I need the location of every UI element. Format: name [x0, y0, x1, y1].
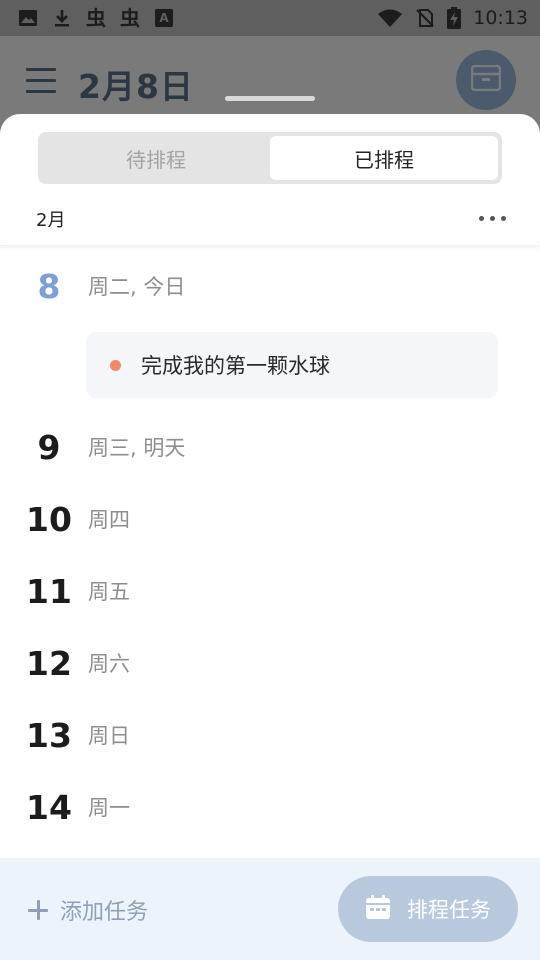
day-row[interactable]: 9 周三, 明天 — [0, 426, 540, 470]
day-row[interactable]: 13 周日 — [0, 714, 540, 758]
download-icon — [52, 8, 72, 28]
inbox-button[interactable] — [456, 50, 516, 110]
status-time: 10:13 — [473, 7, 528, 29]
day-number: 9 — [37, 428, 61, 467]
day-label: 周六 — [88, 652, 130, 676]
battery-charging-icon — [447, 7, 462, 29]
plus-icon — [26, 898, 50, 922]
day-label: 周一 — [88, 796, 130, 820]
month-header: 2月 — [0, 192, 540, 246]
day-label: 周三, 明天 — [88, 436, 186, 460]
schedule-sheet: 待排程 已排程 2月 8 周二, 今日 完成我的第一颗水球 9 周三, 明天 1… — [0, 114, 540, 960]
add-task-button[interactable]: 添加任务 — [26, 894, 148, 926]
calendar-icon — [365, 894, 391, 924]
month-label: 2月 — [36, 209, 66, 231]
bottom-action-bar: 添加任务 排程任务 — [0, 858, 540, 960]
menu-icon[interactable] — [26, 68, 56, 94]
day-row[interactable]: 12 周六 — [0, 642, 540, 686]
a-box-icon: A — [154, 8, 174, 28]
task-color-dot — [110, 359, 121, 371]
sheet-drag-handle[interactable] — [225, 96, 315, 101]
day-number: 10 — [26, 500, 72, 539]
day-number: 11 — [26, 572, 72, 611]
schedule-tasks-button[interactable]: 排程任务 — [338, 876, 518, 942]
task-title: 完成我的第一颗水球 — [141, 354, 330, 378]
a-box-label: A — [159, 11, 169, 25]
tab-scheduled[interactable]: 已排程 — [270, 136, 498, 180]
day-row[interactable]: 8 周二, 今日 — [0, 265, 540, 309]
day-number: 8 — [37, 267, 61, 306]
app-icon: 虫 — [86, 6, 106, 30]
no-sim-icon — [415, 8, 435, 28]
page-title: 2月8日 — [78, 67, 194, 106]
tab-unscheduled[interactable]: 待排程 — [42, 136, 270, 180]
day-number: 12 — [26, 644, 72, 683]
day-row[interactable]: 10 周四 — [0, 498, 540, 542]
day-label: 周二, 今日 — [88, 275, 186, 299]
day-number: 13 — [26, 716, 72, 755]
day-label: 周四 — [88, 508, 130, 532]
day-row[interactable]: 14 周一 — [0, 786, 540, 830]
app-icon: 虫 — [120, 6, 140, 30]
schedule-segmented-control: 待排程 已排程 — [38, 132, 502, 184]
status-bar: 虫 虫 A 10:13 — [0, 0, 540, 36]
more-horizontal-icon[interactable] — [479, 216, 506, 221]
wifi-icon — [377, 8, 403, 28]
day-row[interactable]: 11 周五 — [0, 570, 540, 614]
task-card[interactable]: 完成我的第一颗水球 — [86, 332, 498, 398]
app-header: 2月8日 — [0, 36, 540, 126]
day-label: 周日 — [88, 724, 130, 748]
day-number: 14 — [26, 788, 72, 827]
image-icon — [18, 8, 38, 28]
add-task-label: 添加任务 — [60, 900, 149, 925]
schedule-tasks-label: 排程任务 — [407, 898, 491, 922]
day-label: 周五 — [88, 580, 130, 604]
inbox-icon — [470, 64, 502, 95]
